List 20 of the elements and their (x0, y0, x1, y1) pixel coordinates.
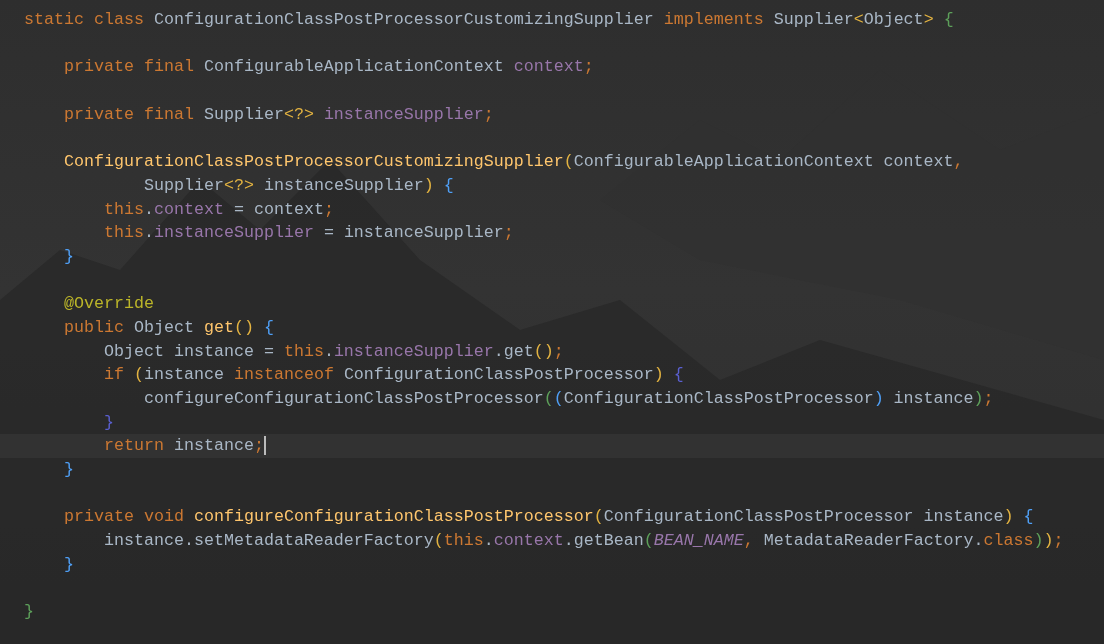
code-line: private final ConfigurableApplicationContext context; (62, 56, 594, 79)
code-line: ConfigurationClassPostProcessorCustomizingSupplier(ConfigurableApplicationContext context, (62, 151, 964, 174)
code-line: static class ConfigurationClassPostProcessorCustomizingSupplier implements Supplier<Object> { (24, 9, 954, 31)
code-line: } (62, 553, 74, 576)
code-line: configureConfigurationClassPostProcessor((ConfigurationClassPostProcessor) instance); (142, 388, 994, 410)
code-line: Object instance = this.instanceSupplier.get(); (102, 340, 564, 363)
code-line: } (102, 411, 114, 434)
code-line: this.context = context; (102, 198, 334, 221)
code-line: @Override (62, 293, 154, 316)
code-line: return instance; (102, 435, 264, 458)
code-line: } (24, 601, 34, 624)
code-line: instance.setMetadataReaderFactory(this.context.getBean(BEAN_NAME, MetadataReaderFactory.class)); (102, 530, 1064, 553)
code-line: } (62, 245, 74, 268)
code-line: if (instance instanceof ConfigurationClassPostProcessor) { (102, 364, 684, 387)
code-line: private void configureConfigurationClassPostProcessor(ConfigurationClassPostProcessor instance) { (62, 506, 1034, 529)
code-line: this.instanceSupplier = instanceSupplier; (102, 222, 514, 245)
code-line: } (62, 459, 74, 482)
code-line: private final Supplier<?> instanceSupplier; (62, 103, 494, 126)
code-line: public Object get() { (62, 316, 274, 339)
code-line: Supplier<?> instanceSupplier) { (142, 174, 454, 197)
